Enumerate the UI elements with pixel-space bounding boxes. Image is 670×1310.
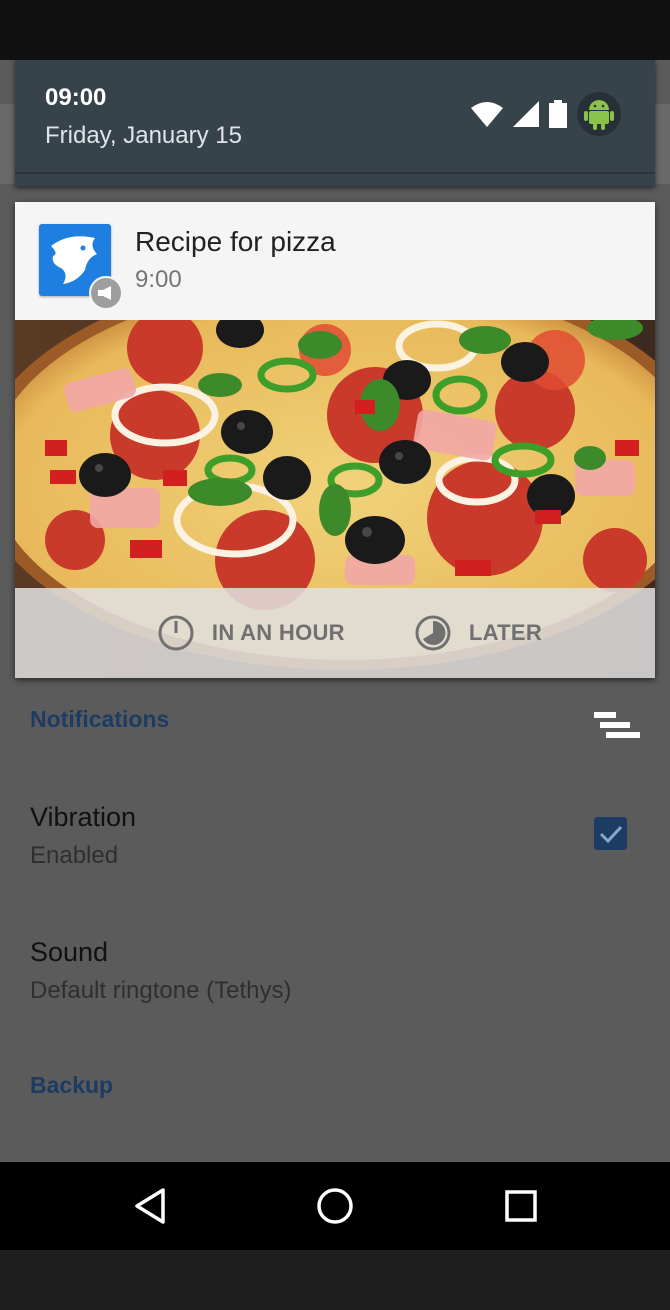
quick-settings-header[interactable]: 09:00 Friday, January 15 xyxy=(15,60,655,186)
megaphone-icon xyxy=(89,276,123,310)
later-button[interactable]: LATER xyxy=(415,615,542,651)
in-an-hour-button[interactable]: IN AN HOUR xyxy=(158,615,345,651)
notifications-section-header: Notifications xyxy=(30,706,170,732)
signal-icon xyxy=(513,101,539,127)
bottom-area xyxy=(0,1250,670,1310)
sort-menu-icon[interactable] xyxy=(594,712,640,746)
home-icon[interactable] xyxy=(315,1186,355,1226)
notification-header: Recipe for pizza 9:00 xyxy=(15,202,655,320)
sound-row[interactable] xyxy=(0,925,670,1025)
wifi-icon xyxy=(471,101,503,127)
android-icon[interactable] xyxy=(577,92,621,136)
date-label: Friday, January 15 xyxy=(45,122,242,149)
notification-card[interactable]: Recipe for pizza 9:00 IN AN HOUR LATER xyxy=(15,202,655,678)
navigation-bar xyxy=(0,1162,670,1250)
notification-title: Recipe for pizza xyxy=(135,226,336,257)
notification-time: 9:00 xyxy=(135,266,182,293)
battery-icon xyxy=(549,100,567,128)
half-clock-icon xyxy=(415,615,451,651)
clock-icon xyxy=(158,615,194,651)
later-label: LATER xyxy=(468,620,543,645)
backup-section-header: Backup xyxy=(30,1072,114,1098)
back-icon[interactable] xyxy=(130,1186,170,1226)
in-an-hour-label: IN AN HOUR xyxy=(211,620,345,645)
status-icons xyxy=(471,92,621,136)
clock-time: 09:00 xyxy=(45,84,107,111)
status-bar xyxy=(0,0,670,60)
recents-icon[interactable] xyxy=(501,1186,541,1226)
header-divider xyxy=(15,172,655,174)
notification-actions: IN AN HOUR LATER xyxy=(15,588,655,678)
vibration-row[interactable] xyxy=(0,790,670,890)
